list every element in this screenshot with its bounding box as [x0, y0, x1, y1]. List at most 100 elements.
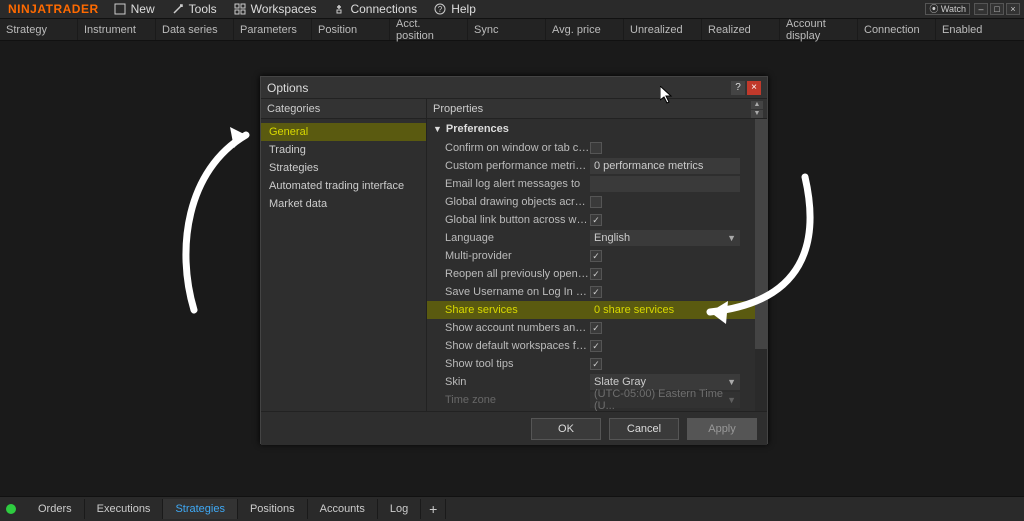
dialog-button-bar: OK Cancel Apply — [261, 411, 767, 445]
prop-row-multi-provider: Multi-provider✓ — [427, 247, 767, 265]
dialog-titlebar[interactable]: Options ? × — [261, 77, 767, 99]
input-email-log[interactable] — [590, 176, 740, 192]
menu-new-label: New — [131, 2, 155, 16]
cancel-button[interactable]: Cancel — [609, 418, 679, 440]
bottom-tab-bar: Orders Executions Strategies Positions A… — [0, 496, 1024, 521]
checkbox-reopen[interactable]: ✓ — [590, 268, 602, 280]
menu-help-label: Help — [451, 2, 476, 16]
chevron-down-icon: ▼ — [727, 377, 736, 387]
col-realized[interactable]: Realized — [702, 19, 780, 40]
prop-row-language: LanguageEnglish▼ — [427, 229, 767, 247]
tab-executions[interactable]: Executions — [85, 499, 164, 519]
checkbox-show-account[interactable]: ✓ — [590, 322, 602, 334]
svg-text:?: ? — [438, 5, 443, 14]
col-position[interactable]: Position — [312, 19, 390, 40]
value-custom-perf[interactable]: 0 performance metrics — [590, 158, 740, 174]
tab-strategies[interactable]: Strategies — [163, 499, 238, 519]
dialog-title-text: Options — [267, 81, 308, 95]
checkbox-confirm-close[interactable] — [590, 142, 602, 154]
col-enabled[interactable]: Enabled — [936, 19, 1014, 40]
scrollbar-track[interactable] — [755, 119, 767, 411]
brand-logo: NINJATRADER — [8, 2, 99, 16]
prop-row-share-services: Share services0 share services — [427, 301, 767, 319]
chevron-down-icon: ▼ — [727, 233, 736, 243]
prop-row-timezone: Time zone(UTC-05:00) Eastern Time (U...▼ — [427, 391, 767, 409]
prop-row-save-user: Save Username on Log In win...✓ — [427, 283, 767, 301]
tools-icon — [171, 2, 185, 16]
category-general[interactable]: General — [261, 123, 426, 141]
options-dialog: Options ? × Categories General Trading S… — [260, 76, 768, 444]
dialog-close-button[interactable]: × — [747, 81, 761, 95]
col-strategy[interactable]: Strategy — [0, 19, 78, 40]
select-language[interactable]: English▼ — [590, 230, 740, 246]
ok-button[interactable]: OK — [531, 418, 601, 440]
workspaces-icon — [233, 2, 247, 16]
col-data-series[interactable]: Data series — [156, 19, 234, 40]
category-ati[interactable]: Automated trading interface — [261, 177, 426, 195]
properties-pane: Properties ▲▼ ▼Preferences Confirm on wi… — [427, 99, 767, 411]
prop-row-custom-perf: Custom performance metric(s)0 performanc… — [427, 157, 767, 175]
apply-button[interactable]: Apply — [687, 418, 757, 440]
titlebar-controls: ⦿ Watch – □ × — [925, 3, 1024, 15]
checkbox-save-user[interactable]: ✓ — [590, 286, 602, 298]
prop-row-global-drawing: Global drawing objects across... — [427, 193, 767, 211]
collapse-icon: ▼ — [433, 124, 442, 134]
category-market-data[interactable]: Market data — [261, 195, 426, 213]
prop-row-global-link: Global link button across work...✓ — [427, 211, 767, 229]
minimize-button[interactable]: – — [974, 3, 988, 15]
maximize-button[interactable]: □ — [990, 3, 1004, 15]
value-share-services[interactable]: 0 share services — [590, 302, 740, 318]
tab-log[interactable]: Log — [378, 499, 421, 519]
connections-icon — [332, 2, 346, 16]
menu-connections[interactable]: Connections — [332, 2, 417, 16]
section-preferences[interactable]: ▼Preferences — [427, 119, 767, 139]
menu-new[interactable]: New — [113, 2, 155, 16]
checkbox-show-tooltips[interactable]: ✓ — [590, 358, 602, 370]
dialog-help-button[interactable]: ? — [731, 81, 745, 95]
category-strategies[interactable]: Strategies — [261, 159, 426, 177]
help-icon: ? — [433, 2, 447, 16]
menu-workspaces-label: Workspaces — [251, 2, 317, 16]
categories-header: Categories — [261, 99, 426, 119]
select-timezone[interactable]: (UTC-05:00) Eastern Time (U...▼ — [590, 392, 740, 408]
col-sync[interactable]: Sync — [468, 19, 546, 40]
scrollbar-thumb[interactable] — [755, 119, 767, 349]
category-trading[interactable]: Trading — [261, 141, 426, 159]
col-unrealized[interactable]: Unrealized — [624, 19, 702, 40]
categories-pane: Categories General Trading Strategies Au… — [261, 99, 427, 411]
menu-connections-label: Connections — [350, 2, 417, 16]
watch-button[interactable]: ⦿ Watch — [925, 3, 970, 15]
menu-tools-label: Tools — [189, 2, 217, 16]
checkbox-show-default-ws[interactable]: ✓ — [590, 340, 602, 352]
chevron-down-icon: ▼ — [727, 395, 736, 405]
prop-row-show-account: Show account numbers and b...✓ — [427, 319, 767, 337]
prop-row-confirm-close: Confirm on window or tab close — [427, 139, 767, 157]
close-button[interactable]: × — [1006, 3, 1020, 15]
checkbox-multi-provider[interactable]: ✓ — [590, 250, 602, 262]
prop-row-reopen: Reopen all previously open wo...✓ — [427, 265, 767, 283]
menu-workspaces[interactable]: Workspaces — [233, 2, 317, 16]
tab-orders[interactable]: Orders — [26, 499, 85, 519]
col-acct-position[interactable]: Acct. position — [390, 19, 468, 40]
tab-positions[interactable]: Positions — [238, 499, 308, 519]
properties-spinner[interactable]: ▲▼ — [751, 101, 763, 119]
prop-row-email-log: Email log alert messages to — [427, 175, 767, 193]
col-connection[interactable]: Connection — [858, 19, 936, 40]
menu-bar: NINJATRADER New Tools Workspaces Connect… — [0, 0, 1024, 19]
menu-help[interactable]: ? Help — [433, 2, 476, 16]
checkbox-global-link[interactable]: ✓ — [590, 214, 602, 226]
checkbox-global-drawing[interactable] — [590, 196, 602, 208]
col-parameters[interactable]: Parameters — [234, 19, 312, 40]
col-account-display[interactable]: Account display — [780, 19, 858, 40]
properties-header: Properties ▲▼ — [427, 99, 767, 119]
tab-accounts[interactable]: Accounts — [308, 499, 378, 519]
col-instrument[interactable]: Instrument — [78, 19, 156, 40]
prop-row-show-tooltips: Show tool tips✓ — [427, 355, 767, 373]
tab-add[interactable]: + — [421, 499, 446, 519]
grid-column-headers: Strategy Instrument Data series Paramete… — [0, 19, 1024, 41]
col-avg-price[interactable]: Avg. price — [546, 19, 624, 40]
new-icon — [113, 2, 127, 16]
prop-row-show-default-ws: Show default workspaces folder✓ — [427, 337, 767, 355]
menu-tools[interactable]: Tools — [171, 2, 217, 16]
connection-status-icon — [6, 504, 16, 514]
